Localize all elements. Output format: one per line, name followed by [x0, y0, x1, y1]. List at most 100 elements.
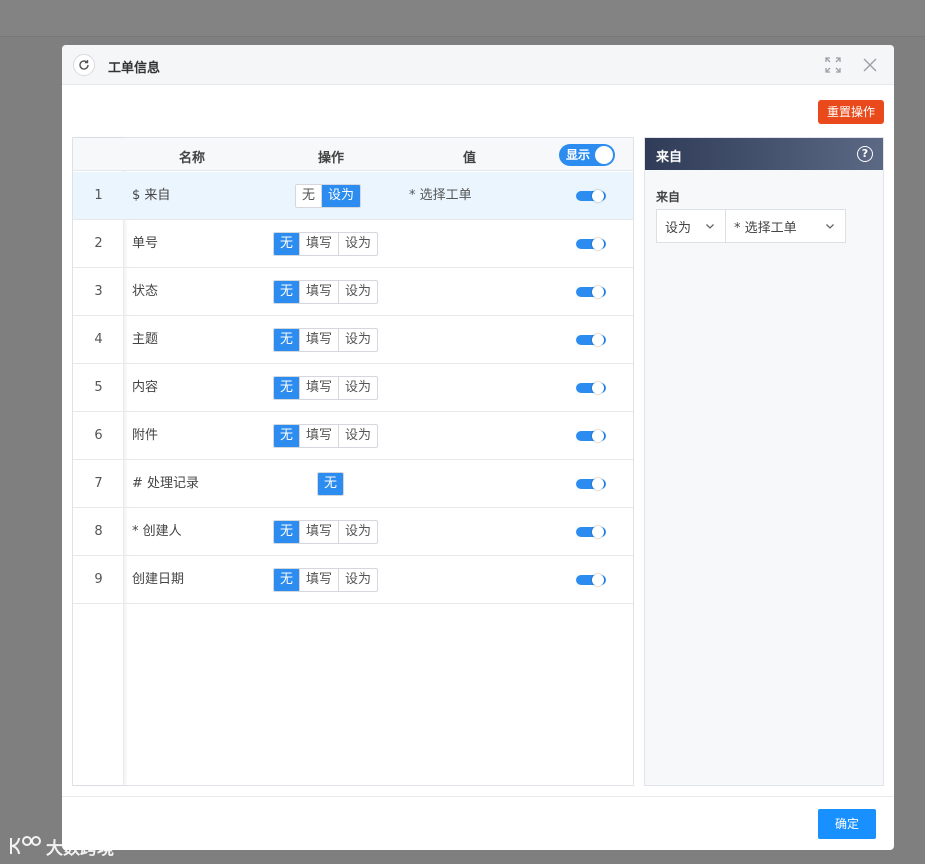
chevron-down-icon — [826, 224, 834, 229]
row-index: 2 — [94, 236, 103, 251]
fullscreen-icon — [825, 57, 841, 73]
close-button[interactable] — [862, 57, 878, 73]
side-panel-title: 来自 — [656, 150, 683, 165]
row-visibility-toggle[interactable] — [576, 574, 606, 586]
row-index: 6 — [94, 428, 103, 443]
table-row[interactable]: 2 单号 无填写 设为 — [73, 220, 633, 268]
row-index: 7 — [94, 476, 103, 491]
side-panel: 来自 ? 来自 设为 * 选择工单 — [644, 137, 884, 786]
row-visibility-toggle[interactable] — [576, 526, 606, 538]
row-visibility-toggle[interactable] — [576, 286, 606, 298]
row-name: 单号 — [132, 236, 159, 251]
field-table: 名称 操作 值 显示 1 $ 来自无设为 * 选择工单 2 单号无填写 设为 3 状态无填写设… — [72, 137, 634, 786]
action-segmented-control: 无填写 设为 — [273, 424, 379, 448]
action-segmented-control: 无填写 设为 — [273, 568, 379, 592]
row-name: 附件 — [132, 428, 159, 443]
row-name: * 创建人 — [132, 524, 182, 539]
reset-button[interactable]: 重置操作 — [817, 100, 884, 124]
table-row[interactable]: 7 # 处理记录 无 — [73, 460, 633, 508]
row-visibility-toggle[interactable] — [576, 334, 606, 346]
action-option[interactable]: 无 — [274, 377, 301, 399]
header-action: 操作 — [318, 151, 345, 166]
action-segmented-control: 无 — [317, 472, 345, 496]
row-value[interactable]: * 选择工单 — [409, 172, 472, 219]
show-all-toggle[interactable]: 显示 — [559, 144, 615, 166]
table-row[interactable]: 5 内容 无填写 设为 — [73, 364, 633, 412]
action-option[interactable]: 填写 — [300, 233, 340, 255]
action-option[interactable]: 填写 — [300, 521, 340, 543]
action-segmented-control: 无填写 设为 — [273, 520, 379, 544]
watermark: 大数跨境 — [8, 832, 114, 860]
action-option[interactable]: 设为 — [339, 233, 377, 255]
action-option[interactable]: 填写 — [300, 281, 340, 303]
fullscreen-button[interactable] — [825, 57, 841, 73]
header-name: 名称 — [179, 151, 206, 166]
action-option[interactable]: 设为 — [339, 329, 377, 351]
action-option[interactable]: 无 — [296, 185, 323, 207]
work-order-dialog: 工单信息 重置操作 名称 操作 值 显示 1 $ 来自无设为 * 选择工单 2 单号无填… — [62, 45, 894, 850]
action-option[interactable]: 无 — [274, 425, 301, 447]
help-icon[interactable]: ? — [857, 146, 873, 162]
row-index: 1 — [94, 188, 103, 203]
action-option[interactable]: 填写 — [300, 425, 340, 447]
table-row[interactable]: 9 创建日期 无填写 设为 — [73, 556, 633, 604]
row-index: 5 — [94, 380, 103, 395]
dialog-footer: 确定 — [62, 796, 894, 850]
watermark-text: 大数跨境 — [46, 838, 114, 859]
value-select[interactable]: * 选择工单 — [725, 209, 846, 243]
row-name: 内容 — [132, 380, 159, 395]
action-option[interactable]: 填写 — [300, 569, 340, 591]
action-option[interactable]: 设为 — [339, 425, 377, 447]
action-option[interactable]: 设为 — [339, 377, 377, 399]
action-option[interactable]: 无 — [274, 233, 301, 255]
close-icon — [863, 58, 877, 72]
table-row[interactable]: 3 状态 无填写 设为 — [73, 268, 633, 316]
row-name: 创建日期 — [132, 572, 185, 587]
row-visibility-toggle[interactable] — [576, 238, 606, 250]
row-visibility-toggle[interactable] — [576, 478, 606, 490]
action-option[interactable]: 无 — [318, 473, 344, 495]
action-option[interactable]: 无 — [274, 329, 301, 351]
watermark-logo-icon — [10, 836, 41, 855]
action-option[interactable]: 填写 — [300, 329, 340, 351]
mode-select-value: 设为 — [665, 220, 692, 236]
action-option[interactable]: 设为 — [339, 281, 377, 303]
table-row[interactable]: 6 附件 无填写 设为 — [73, 412, 633, 460]
backdrop-bar — [0, 0, 925, 37]
action-option[interactable]: 无 — [274, 521, 301, 543]
row-index: 8 — [94, 524, 103, 539]
row-name: 状态 — [132, 284, 159, 299]
table-row[interactable]: 1 $ 来自 无设为 * 选择工单 — [73, 172, 633, 220]
row-index: 9 — [94, 572, 103, 587]
refresh-icon — [79, 60, 89, 70]
row-visibility-toggle[interactable] — [576, 190, 606, 202]
mode-select[interactable]: 设为 — [656, 209, 726, 243]
action-option[interactable]: 设为 — [339, 569, 377, 591]
action-segmented-control: 无填写 设为 — [273, 280, 379, 304]
side-panel-header: 来自 ? — [645, 138, 883, 170]
confirm-button[interactable]: 确定 — [818, 809, 876, 839]
row-index: 4 — [94, 332, 103, 347]
table-row[interactable]: 8 * 创建人 无填写 设为 — [73, 508, 633, 556]
action-segmented-control: 无设为 — [295, 184, 362, 208]
row-visibility-toggle[interactable] — [576, 382, 606, 394]
table-row[interactable]: 4 主题 无填写 设为 — [73, 316, 633, 364]
row-visibility-toggle[interactable] — [576, 430, 606, 442]
row-name: $ 来自 — [132, 188, 171, 203]
action-option[interactable]: 无 — [274, 281, 301, 303]
action-option[interactable]: 设为 — [339, 521, 377, 543]
action-segmented-control: 无填写 设为 — [273, 328, 379, 352]
row-index: 3 — [94, 284, 103, 299]
action-segmented-control: 无填写 设为 — [273, 232, 379, 256]
header-value: 值 — [463, 151, 477, 166]
dialog-title: 工单信息 — [108, 61, 161, 76]
refresh-button[interactable] — [73, 54, 95, 76]
side-field-label: 来自 — [656, 190, 681, 204]
value-select-value: * 选择工单 — [734, 220, 797, 236]
action-option[interactable]: 填写 — [300, 377, 340, 399]
dialog-header: 工单信息 — [62, 45, 894, 85]
action-option[interactable]: 设为 — [322, 185, 361, 207]
action-option[interactable]: 无 — [274, 569, 301, 591]
row-name: # 处理记录 — [132, 476, 200, 491]
action-segmented-control: 无填写 设为 — [273, 376, 379, 400]
